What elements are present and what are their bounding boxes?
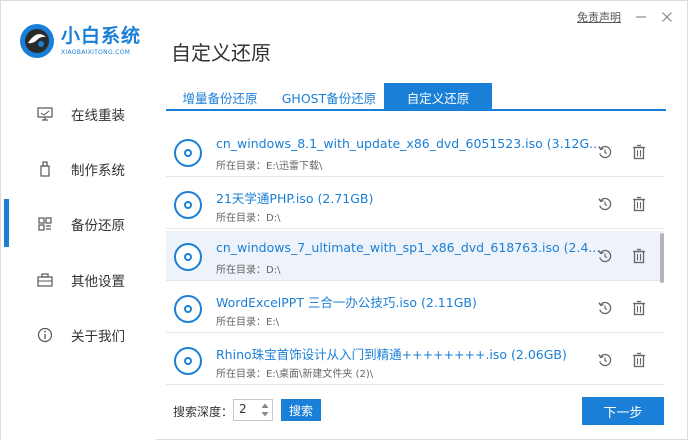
disc-icon bbox=[174, 191, 202, 219]
disclaimer-link[interactable]: 免责声明 bbox=[577, 9, 621, 25]
minimize-icon bbox=[636, 16, 646, 18]
file-name: Rhino珠宝首饰设计从入门到精通++++++++.iso (2.06GB) bbox=[216, 347, 567, 362]
list-item[interactable]: WordExcelPPT 三合一办公技巧.iso (2.11GB) 所在目录：E… bbox=[166, 283, 664, 333]
stepper-down-button[interactable] bbox=[261, 410, 269, 418]
sidebar-item-other-settings[interactable]: 其他设置 bbox=[1, 260, 156, 300]
trash-icon bbox=[633, 300, 645, 316]
sidebar-item-label: 备份还原 bbox=[71, 218, 125, 234]
search-depth-value[interactable]: 2 bbox=[239, 402, 247, 416]
tab-ghost-backup-restore[interactable]: GHOST备份还原 bbox=[274, 83, 384, 111]
grid-icon bbox=[37, 216, 53, 232]
sidebar-item-backup-restore[interactable]: 备份还原 bbox=[1, 204, 156, 244]
delete-button[interactable] bbox=[630, 195, 648, 213]
restore-icon bbox=[598, 353, 612, 367]
trash-icon bbox=[633, 248, 645, 264]
restore-button[interactable] bbox=[596, 195, 614, 213]
restore-icon bbox=[598, 145, 612, 159]
window-controls: 免责声明 bbox=[577, 9, 673, 25]
file-directory: 所在目录：E:\桌面\新建文件夹 (2)\ bbox=[216, 369, 374, 380]
stepper-up-button[interactable] bbox=[261, 402, 269, 410]
app-title: 小白系统 bbox=[61, 25, 142, 47]
search-button[interactable]: 搜索 bbox=[281, 399, 321, 421]
monitor-icon bbox=[37, 106, 53, 122]
trash-icon bbox=[633, 352, 645, 368]
briefcase-icon bbox=[37, 272, 53, 288]
app-window: 小白系统 XIAOBAIXITONG.COM 在线重装 制作系统 备份还原 其他… bbox=[0, 0, 688, 440]
trash-icon bbox=[633, 196, 645, 212]
search-depth-label: 搜索深度： bbox=[173, 405, 234, 419]
file-name: WordExcelPPT 三合一办公技巧.iso (2.11GB) bbox=[216, 295, 477, 310]
disc-icon bbox=[174, 243, 202, 271]
sidebar-item-make-system[interactable]: 制作系统 bbox=[1, 149, 156, 189]
disc-icon bbox=[174, 295, 202, 323]
close-button[interactable] bbox=[661, 11, 673, 23]
restore-icon bbox=[598, 197, 612, 211]
list-item[interactable]: cn_windows_8.1_with_update_x86_dvd_60515… bbox=[166, 127, 664, 177]
file-name: cn_windows_8.1_with_update_x86_dvd_60515… bbox=[216, 136, 602, 151]
page-title: 自定义还原 bbox=[171, 41, 271, 65]
file-directory: 所在目录：E:\ bbox=[216, 317, 280, 328]
restore-icon bbox=[598, 249, 612, 263]
list-item[interactable]: cn_windows_7_ultimate_with_sp1_x86_dvd_6… bbox=[166, 231, 664, 281]
minimize-button[interactable] bbox=[635, 11, 647, 23]
tab-incremental-backup-restore[interactable]: 增量备份还原 bbox=[166, 83, 274, 111]
usb-icon bbox=[37, 161, 53, 177]
trash-icon bbox=[633, 144, 645, 160]
restore-button[interactable] bbox=[596, 247, 614, 265]
close-icon bbox=[662, 12, 672, 22]
delete-button[interactable] bbox=[630, 351, 648, 369]
sidebar-item-online-reinstall[interactable]: 在线重装 bbox=[1, 94, 156, 134]
restore-icon bbox=[598, 301, 612, 315]
list-scrollbar[interactable] bbox=[660, 233, 664, 283]
logo-icon bbox=[20, 24, 54, 58]
chevron-up-icon bbox=[261, 403, 269, 408]
delete-button[interactable] bbox=[630, 143, 648, 161]
list-item[interactable]: 21天学通PHP.iso (2.71GB) 所在目录：D:\ bbox=[166, 179, 664, 229]
sidebar-item-label: 在线重装 bbox=[71, 108, 125, 124]
sidebar-item-label: 制作系统 bbox=[71, 163, 125, 179]
sidebar: 小白系统 XIAOBAIXITONG.COM 在线重装 制作系统 备份还原 其他… bbox=[1, 1, 156, 440]
delete-button[interactable] bbox=[630, 299, 648, 317]
app-logo: 小白系统 XIAOBAIXITONG.COM bbox=[19, 19, 159, 69]
tab-bar: 增量备份还原 GHOST备份还原 自定义还原 bbox=[166, 83, 666, 111]
file-name: cn_windows_7_ultimate_with_sp1_x86_dvd_6… bbox=[216, 240, 601, 255]
restore-button[interactable] bbox=[596, 351, 614, 369]
file-directory: 所在目录：E:\迅雷下载\ bbox=[216, 161, 323, 172]
app-subtitle: XIAOBAIXITONG.COM bbox=[61, 49, 131, 56]
disc-icon bbox=[174, 347, 202, 375]
restore-button[interactable] bbox=[596, 299, 614, 317]
chevron-down-icon bbox=[261, 412, 269, 417]
file-directory: 所在目录：D:\ bbox=[216, 265, 281, 276]
file-name: 21天学通PHP.iso (2.71GB) bbox=[216, 191, 374, 206]
sidebar-item-label: 其他设置 bbox=[71, 274, 125, 290]
search-depth-stepper[interactable]: 2 bbox=[233, 399, 273, 421]
disc-icon bbox=[174, 139, 202, 167]
list-item[interactable]: Rhino珠宝首饰设计从入门到精通++++++++.iso (2.06GB) 所… bbox=[166, 335, 664, 385]
sidebar-item-about-us[interactable]: 关于我们 bbox=[1, 315, 156, 355]
restore-button[interactable] bbox=[596, 143, 614, 161]
file-list: cn_windows_8.1_with_update_x86_dvd_60515… bbox=[166, 127, 664, 385]
tab-custom-restore[interactable]: 自定义还原 bbox=[384, 83, 492, 111]
info-icon bbox=[37, 327, 53, 343]
next-step-button[interactable]: 下一步 bbox=[582, 397, 664, 425]
sidebar-item-label: 关于我们 bbox=[71, 329, 125, 345]
delete-button[interactable] bbox=[630, 247, 648, 265]
file-directory: 所在目录：D:\ bbox=[216, 213, 281, 224]
